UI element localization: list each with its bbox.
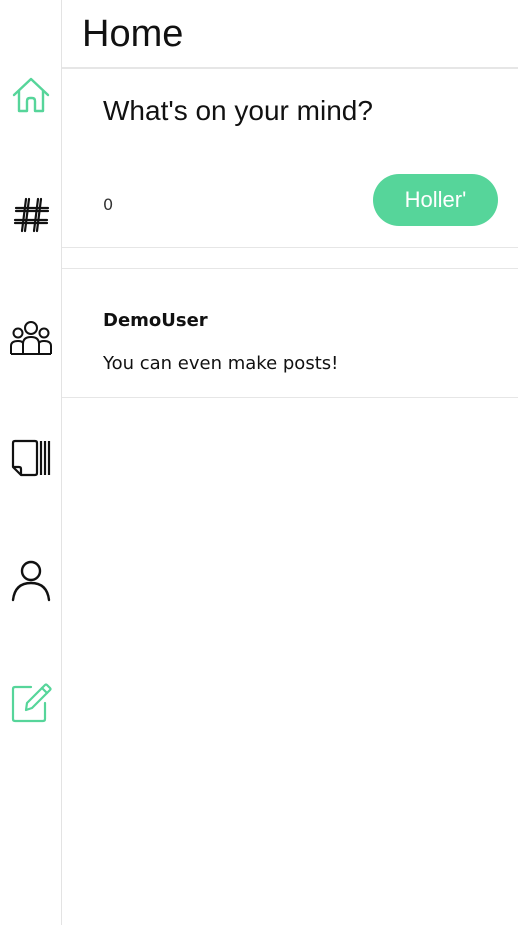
post-item[interactable]: DemoUser You can even make posts! [62,269,518,398]
page-title: Home [82,13,184,55]
post-input[interactable] [103,91,483,161]
nav-home[interactable] [8,72,54,118]
post-body: You can even make posts! [103,353,339,374]
cards-stack-icon [11,439,51,477]
nav-collections[interactable] [8,435,54,481]
nav-profile[interactable] [8,557,54,603]
nav-compose[interactable] [8,680,54,726]
nav-communities[interactable] [8,314,54,360]
people-group-icon [10,321,52,355]
user-profile-icon [11,560,51,602]
home-icon [12,77,50,113]
main-feed: Home 0 Holler' DemoUser You can even mak… [62,0,518,925]
holler-button[interactable]: Holler' [373,174,498,226]
sidebar-nav [0,0,62,925]
nav-explore[interactable] [8,192,54,238]
post-author[interactable]: DemoUser [103,310,208,331]
page-header: Home [62,0,518,69]
edit-compose-icon [11,683,52,723]
post-composer: 0 Holler' [62,69,518,248]
character-count: 0 [103,195,114,214]
hashtag-icon [13,197,50,233]
